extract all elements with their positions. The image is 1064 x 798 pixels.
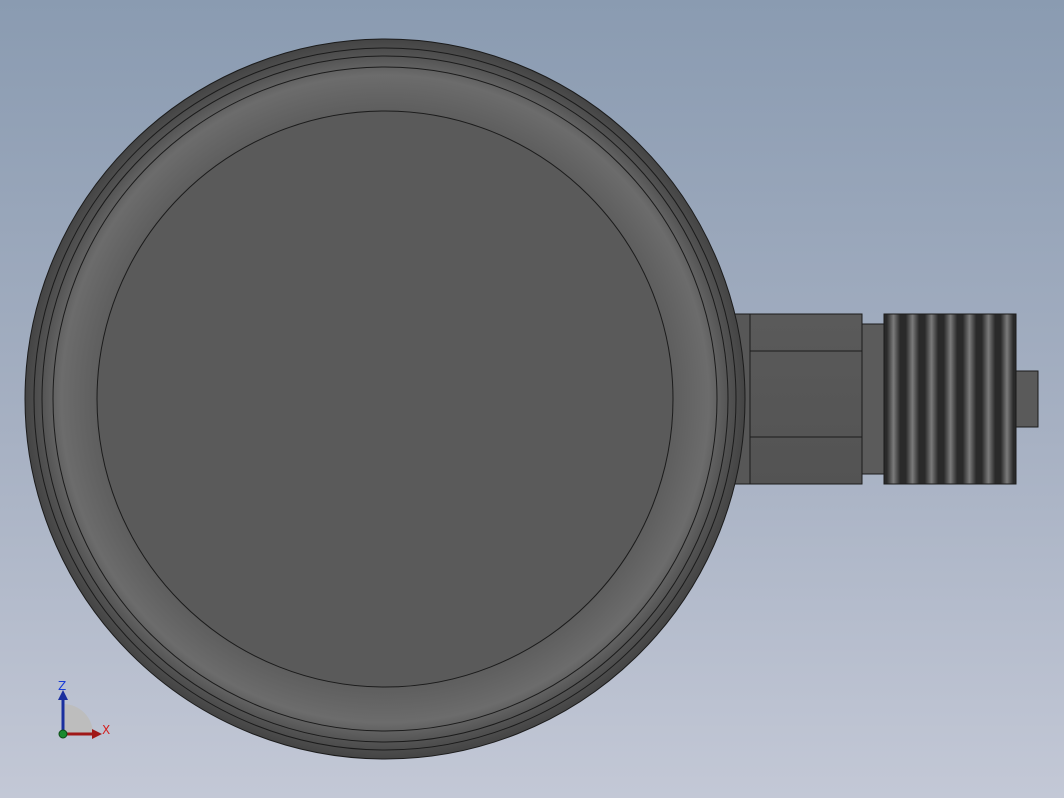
coordinate-triad-icon: Z X bbox=[50, 674, 120, 744]
process-connection[interactable] bbox=[711, 313, 1039, 485]
thread-section bbox=[883, 313, 1017, 485]
hex-nut bbox=[749, 313, 863, 485]
gauge-model[interactable] bbox=[0, 0, 1064, 798]
triad-plane-fan bbox=[63, 704, 93, 734]
gauge-case[interactable] bbox=[24, 38, 746, 760]
gauge-face[interactable] bbox=[96, 110, 674, 688]
x-axis-head bbox=[92, 729, 102, 739]
thread-neck bbox=[861, 323, 885, 475]
y-axis-dot bbox=[58, 729, 68, 739]
x-axis-label: X bbox=[102, 723, 111, 737]
graphics-viewport[interactable]: Z X bbox=[0, 0, 1064, 798]
z-axis-label: Z bbox=[58, 679, 67, 693]
pipe-tip bbox=[1015, 370, 1039, 428]
